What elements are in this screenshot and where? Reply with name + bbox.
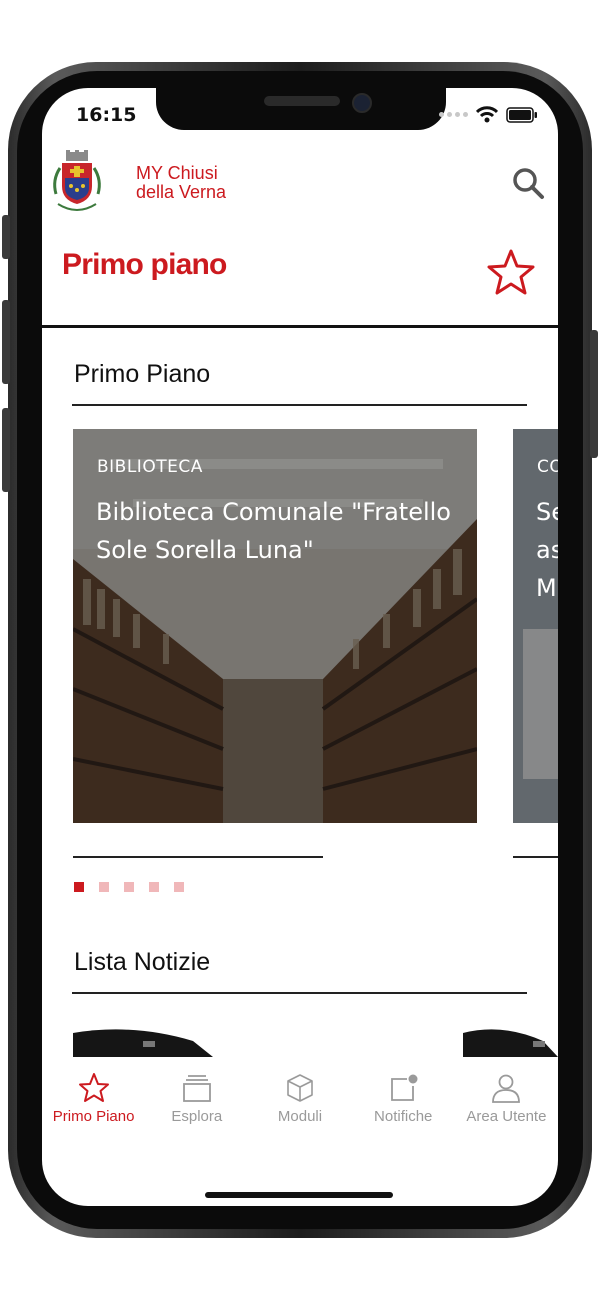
- card-title: Biblioteca Comunale "Fratello Sole Sorel…: [96, 498, 451, 564]
- municipal-crest-logo: [53, 150, 101, 211]
- section-divider: [72, 404, 527, 406]
- tab-moduli[interactable]: Moduli: [248, 1066, 351, 1146]
- section-title-primo-piano: Primo Piano: [74, 360, 211, 388]
- tab-primo-piano[interactable]: Primo Piano: [42, 1066, 145, 1146]
- page-dot[interactable]: [99, 882, 109, 892]
- brand-line1: MY Chiusi: [136, 163, 218, 183]
- status-time: 16:15: [76, 104, 137, 126]
- card-category: BIBLIOTECA: [97, 457, 203, 477]
- tab-label: Esplora: [171, 1108, 223, 1125]
- page-dot[interactable]: [74, 882, 84, 892]
- page-dot[interactable]: [174, 882, 184, 892]
- tab-notifiche[interactable]: Notifiche: [352, 1066, 455, 1146]
- header-divider: [42, 325, 558, 328]
- card-title: Se as M: [536, 498, 558, 602]
- card-category: CO: [537, 457, 558, 477]
- page-dot[interactable]: [124, 882, 134, 892]
- bottom-tab-bar: Primo Piano Esplora Moduli Notifiche Are…: [42, 1066, 558, 1146]
- notification-icon: [391, 1074, 418, 1101]
- tab-label: Primo Piano: [52, 1108, 135, 1125]
- app-header: MY Chiusi della Verna: [42, 143, 558, 223]
- card-overlay: [513, 429, 558, 823]
- star-icon: [78, 1073, 109, 1102]
- brand-line2: della Verna: [136, 182, 227, 202]
- card-divider: [73, 856, 323, 858]
- mute-switch: [2, 215, 10, 259]
- tab-label: Notifiche: [374, 1108, 433, 1125]
- power-button: [590, 330, 598, 458]
- wifi-icon: [476, 106, 498, 123]
- news-thumbnail[interactable]: [463, 1023, 558, 1057]
- battery-icon: [506, 106, 537, 123]
- brand-wordmark: MY Chiusi della Verna: [136, 164, 226, 202]
- search-icon[interactable]: [510, 165, 546, 201]
- tab-label: Moduli: [277, 1108, 323, 1125]
- page-title: Primo piano: [62, 248, 227, 281]
- news-thumbnail[interactable]: [73, 1023, 213, 1057]
- home-indicator[interactable]: [205, 1192, 393, 1198]
- tab-esplora[interactable]: Esplora: [145, 1066, 248, 1146]
- tab-area-utente[interactable]: Area Utente: [455, 1066, 558, 1146]
- volume-up-button: [2, 300, 10, 384]
- volume-down-button: [2, 408, 10, 492]
- favorite-star-icon[interactable]: [486, 248, 536, 298]
- section-title-lista-notizie: Lista Notizie: [74, 948, 211, 976]
- tab-label: Area Utente: [466, 1108, 547, 1125]
- notch: [156, 88, 446, 130]
- carousel-pagination: [74, 882, 184, 892]
- signal-icon: [439, 112, 468, 117]
- carousel-card[interactable]: BIBLIOTECA Biblioteca Comunale "Fratello…: [73, 429, 477, 823]
- card-overlay: [73, 429, 477, 823]
- cube-icon: [287, 1074, 313, 1102]
- user-icon: [492, 1074, 521, 1103]
- status-icons: [439, 106, 538, 123]
- card-divider: [513, 856, 558, 858]
- section-divider: [72, 992, 527, 994]
- page-dot[interactable]: [149, 882, 159, 892]
- carousel-card-next[interactable]: CO Se as M: [513, 429, 558, 823]
- cards-icon: [182, 1075, 211, 1102]
- app-screen: 16:15 MY Chiusi della Verna Primo piano …: [42, 88, 558, 1206]
